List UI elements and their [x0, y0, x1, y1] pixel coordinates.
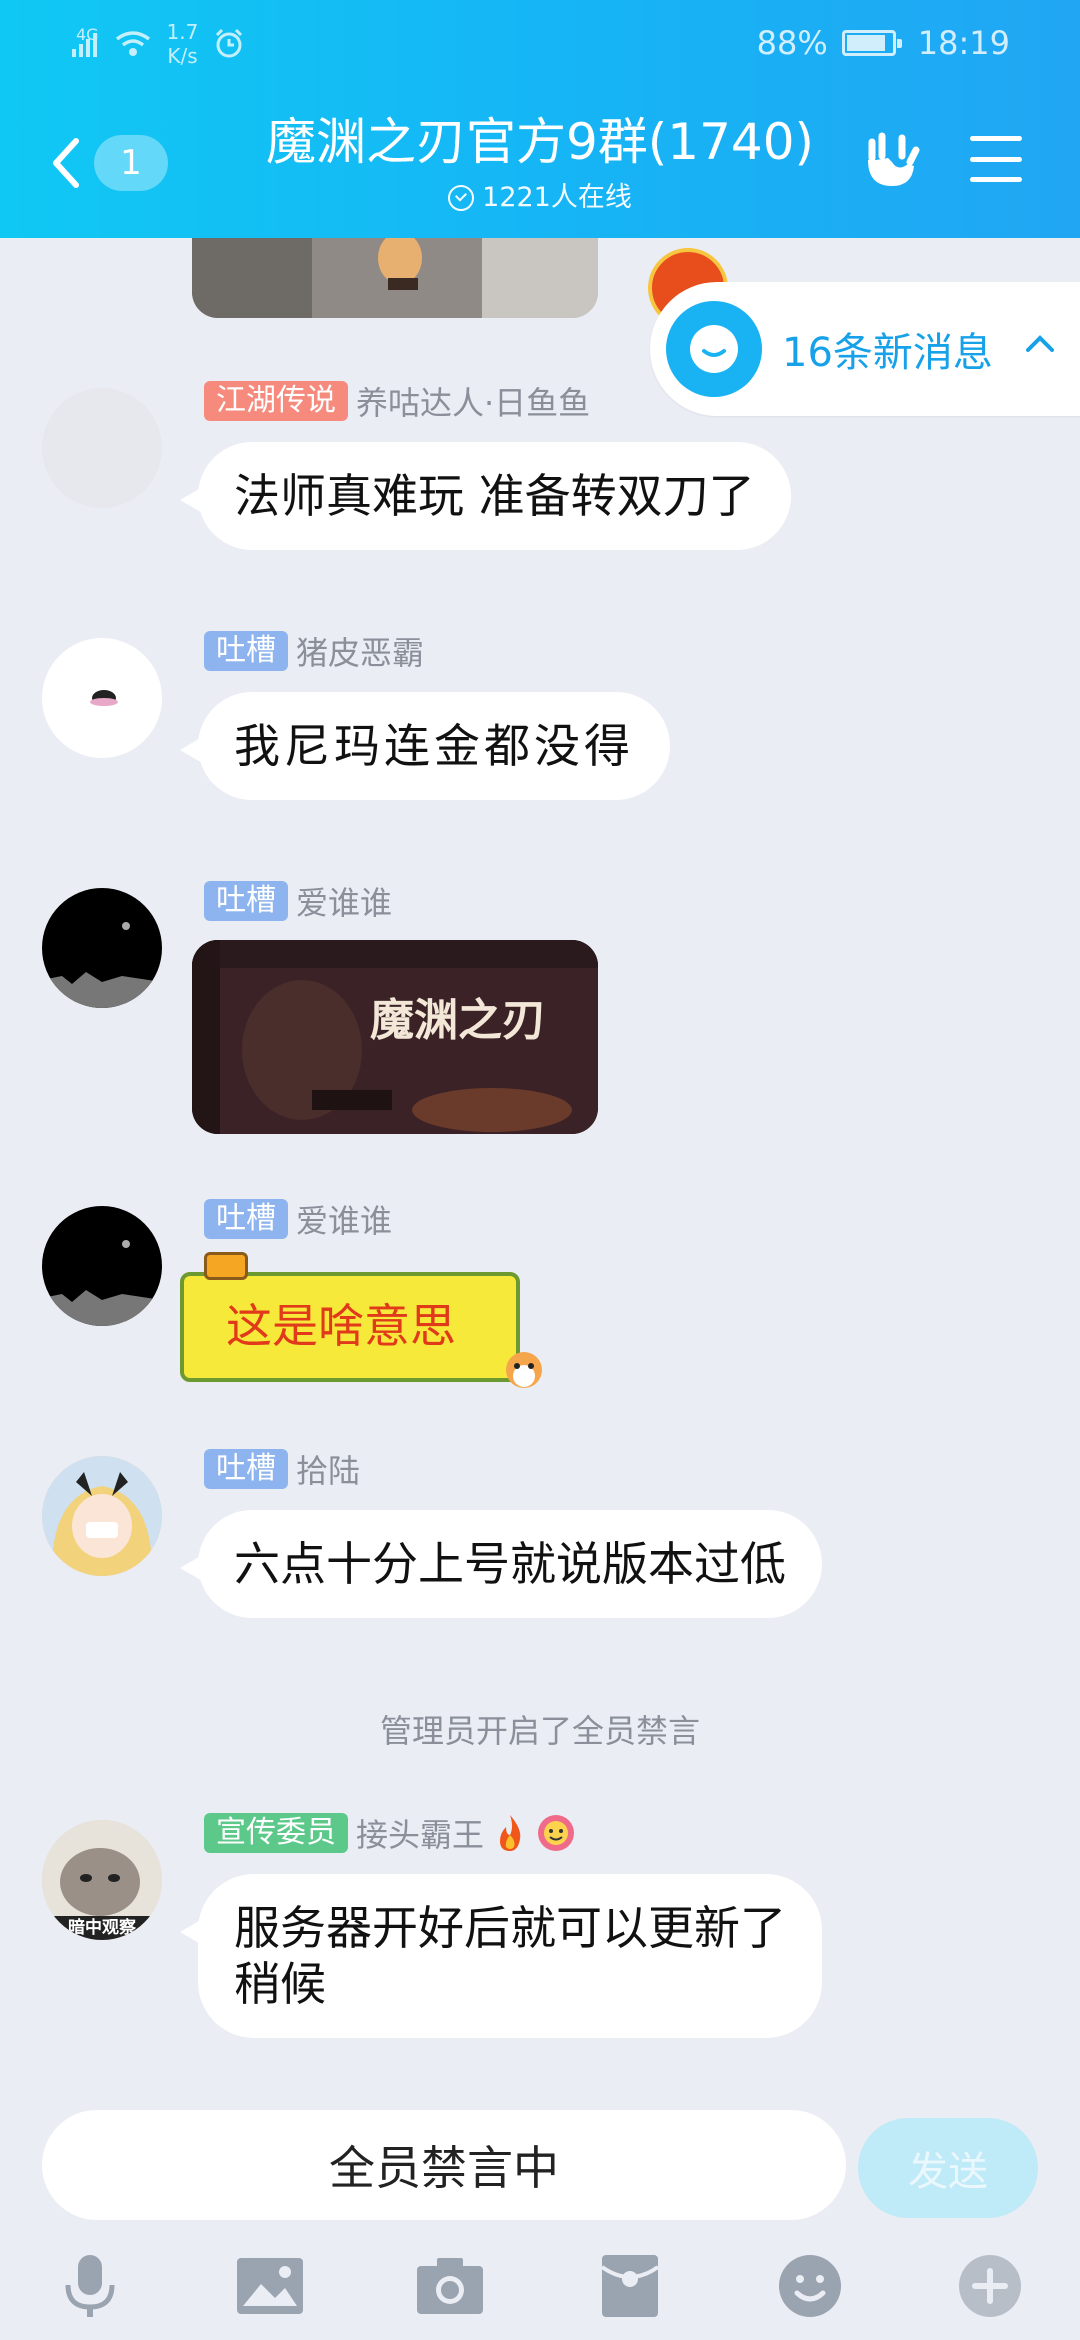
avatar[interactable] — [42, 888, 162, 1008]
battery-fill — [846, 35, 886, 51]
message-line: 稍候 — [234, 1957, 326, 2011]
hamster-icon — [506, 1352, 542, 1388]
mic-icon[interactable] — [54, 2250, 126, 2322]
avatar-image — [42, 922, 162, 1008]
message-meta: 吐槽 爱谁谁 — [204, 1196, 392, 1242]
sender-name[interactable]: 养咕达人·日鱼鱼 — [356, 378, 590, 424]
group-title: 魔渊之刃官方9群(1740) — [265, 113, 815, 171]
member-tag: 吐槽 — [204, 1199, 288, 1239]
chat-header: 4G 1.7 K/s 88% 18:19 1 魔渊之刃官方9群(1740) 12… — [0, 0, 1080, 238]
red-packet-icon[interactable] — [594, 2250, 666, 2322]
avatar[interactable]: 暗中观察 — [42, 1820, 162, 1940]
title-area[interactable]: 魔渊之刃官方9群(1740) 1221人在线 — [200, 106, 880, 218]
message-meta: 吐槽 拾陆 — [204, 1446, 360, 1492]
sender-name[interactable]: 拾陆 — [296, 1446, 360, 1492]
sticker-clip — [204, 1252, 248, 1280]
menu-line — [970, 177, 1022, 182]
avatar-image — [42, 1240, 162, 1326]
system-notice: 管理员开启了全员禁言 — [379, 1712, 700, 1750]
sender-name[interactable]: 爱谁谁 — [296, 878, 392, 924]
sender-name[interactable]: 猪皮恶霸 — [296, 628, 424, 674]
avatar[interactable] — [42, 638, 162, 758]
sender-name[interactable]: 接头霸王 — [356, 1810, 484, 1856]
alarm-icon — [216, 28, 243, 58]
sender-name[interactable]: 爱谁谁 — [296, 1196, 392, 1242]
speed-value: 1.7 — [166, 20, 199, 44]
message-list[interactable]: 江湖传说 养咕达人·日鱼鱼 法师真难玩 准备转双刀了 吐槽 猪皮恶霸 我尼玛连金… — [0, 238, 1080, 2110]
network-type: 4G — [76, 25, 99, 44]
message-bubble[interactable]: 法师真难玩 准备转双刀了 — [180, 442, 791, 550]
menu-line — [970, 156, 1022, 162]
emoji-icon[interactable] — [774, 2250, 846, 2322]
send-button[interactable]: 发送 — [858, 2118, 1038, 2218]
status-left: 4G 1.7 K/s — [70, 20, 246, 68]
nav-bar: 1 魔渊之刃官方9群(1740) 1221人在线 — [0, 100, 1080, 238]
chat-bubble-icon — [666, 301, 762, 397]
status-bar: 4G 1.7 K/s 88% 18:19 — [0, 0, 1080, 88]
new-messages-label: 16条新消息 — [782, 330, 993, 376]
unread-count-badge: 1 — [94, 135, 168, 191]
wifi-icon — [115, 31, 150, 56]
member-tag: 宣传委员 — [204, 1813, 348, 1853]
menu-button[interactable] — [970, 136, 1022, 182]
message-line: 服务器开好后就可以更新了 — [234, 1901, 786, 1955]
avatar-image — [90, 690, 118, 706]
avatar[interactable] — [42, 388, 162, 508]
online-count: 1221人在线 — [482, 182, 632, 213]
clock: 18:19 — [917, 24, 1010, 62]
member-tag: 吐槽 — [204, 631, 288, 671]
message-bubble[interactable]: 服务器开好后就可以更新了 稍候 — [180, 1874, 822, 2038]
image-message-partial[interactable] — [192, 238, 598, 318]
speed-unit: K/s — [167, 44, 198, 68]
chevron-left-icon — [53, 138, 79, 188]
message-meta: 吐槽 猪皮恶霸 — [204, 628, 424, 674]
online-status: 1221人在线 — [200, 178, 880, 218]
message-meta: 江湖传说 养咕达人·日鱼鱼 — [204, 378, 590, 424]
member-tag: 吐槽 — [204, 1449, 288, 1489]
message-bubble[interactable]: 六点十分上号就说版本过低 — [180, 1510, 822, 1618]
battery-percent: 88% — [756, 24, 828, 62]
image-icon[interactable] — [234, 2250, 306, 2322]
message-meta: 宣传委员 接头霸王 — [204, 1810, 576, 1856]
member-tag: 江湖传说 — [204, 381, 348, 421]
member-tag: 吐槽 — [204, 881, 288, 921]
sticker-text: 这是啥意思 — [226, 1299, 456, 1353]
avatar-image — [42, 1456, 162, 1576]
avatar[interactable] — [42, 1456, 162, 1576]
avatar-caption: 暗中观察 — [68, 1918, 136, 1938]
input-toolbar — [0, 2240, 1080, 2340]
image-caption: 魔渊之刃 — [370, 995, 546, 1046]
battery-icon — [841, 30, 902, 56]
message-input[interactable]: 全员禁言中 — [42, 2110, 846, 2220]
hand-gesture-icon[interactable] — [858, 128, 924, 194]
back-button[interactable]: 1 — [48, 130, 168, 196]
input-bar: 全员禁言中 发送 — [0, 2110, 1080, 2340]
message-meta: 吐槽 爱谁谁 — [204, 878, 392, 924]
menu-line — [970, 136, 1022, 141]
image-message[interactable]: 魔渊之刃 — [192, 940, 598, 1134]
flower-emoji-icon — [538, 1815, 575, 1851]
status-right: 88% 18:19 — [757, 24, 1010, 62]
sticker-message[interactable]: 这是啥意思 — [178, 1252, 550, 1412]
fire-icon — [500, 1815, 521, 1851]
chevron-up-icon — [1026, 335, 1054, 352]
new-messages-button[interactable]: 16条新消息 — [650, 282, 1080, 416]
camera-icon[interactable] — [414, 2250, 486, 2322]
network-speed: 1.7 K/s — [167, 20, 199, 68]
message-bubble[interactable]: 我尼玛连金都没得 — [180, 692, 670, 800]
plus-icon[interactable] — [954, 2250, 1026, 2322]
image-thumbnail — [192, 238, 598, 318]
avatar[interactable] — [42, 1206, 162, 1326]
check-circle-icon — [448, 185, 475, 211]
